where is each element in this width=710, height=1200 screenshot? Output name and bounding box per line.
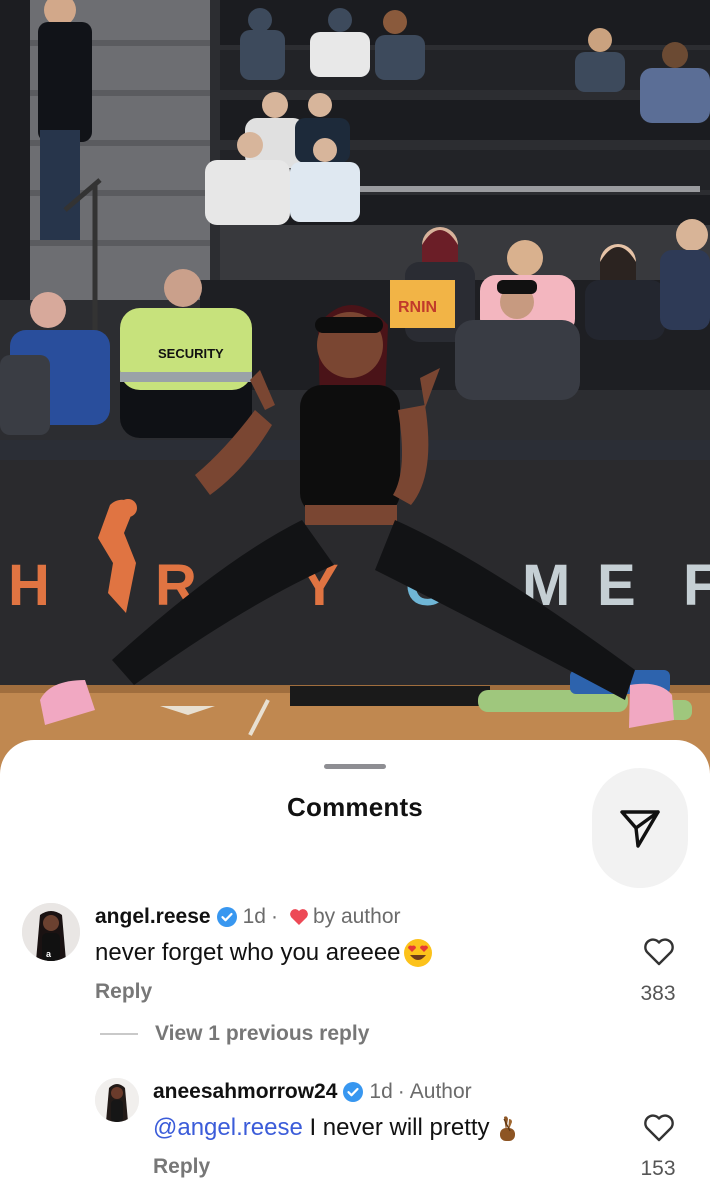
court-letter-h: H <box>8 553 50 618</box>
reply-username[interactable]: aneesahmorrow24 <box>153 1080 337 1104</box>
liked-by-author-label: by author <box>312 905 401 928</box>
heart-outline-icon[interactable] <box>643 937 675 967</box>
send-icon <box>620 810 660 848</box>
avatar-image: a <box>22 903 80 961</box>
heart-filled-icon <box>290 909 308 925</box>
mention-link[interactable]: @angel.reese <box>153 1114 303 1142</box>
share-button[interactable] <box>592 768 688 888</box>
court-letter-e: E <box>597 553 636 618</box>
reply-text: I never will pretty <box>302 1114 490 1141</box>
like-count: 383 <box>640 982 676 1005</box>
meta-separator: · <box>270 905 278 928</box>
reply-avatar[interactable] <box>95 1078 139 1122</box>
like-count: 153 <box>640 1157 676 1180</box>
reply-button[interactable]: Reply <box>95 980 152 1004</box>
drag-handle[interactable] <box>324 764 386 769</box>
reply-header: aneesahmorrow24 1d · Author <box>153 1080 472 1104</box>
comment-username[interactable]: angel.reese <box>95 905 211 929</box>
verified-badge-icon <box>343 1082 364 1102</box>
post-photo[interactable]: RNIN SECURITY H R Y C M E F <box>0 0 710 790</box>
author-badge: Author <box>409 1080 472 1103</box>
comment-timestamp: 1d <box>242 905 266 928</box>
court-letter-f: F <box>683 553 710 618</box>
reply-timestamp: 1d <box>369 1080 393 1103</box>
heart-eyes-emoji-icon <box>403 939 432 967</box>
reply-avatar-image <box>95 1078 139 1122</box>
thread-divider <box>100 1033 138 1035</box>
comment-body: never forget who you areeee <box>95 938 433 968</box>
fan-sign-text: RNIN <box>398 299 437 316</box>
comment-text: never forget who you areeee <box>95 939 401 966</box>
meta-separator: · <box>397 1080 405 1103</box>
verified-badge-icon <box>216 907 237 927</box>
reply-body: @angel.reese I never will pretty <box>153 1113 522 1143</box>
comment-header: angel.reese 1d · by author <box>95 905 401 929</box>
security-vest-label: SECURITY <box>158 346 224 361</box>
view-previous-replies-button[interactable]: View 1 previous reply <box>155 1022 369 1046</box>
reply-button[interactable]: Reply <box>153 1155 210 1179</box>
avatar[interactable]: a <box>22 903 80 961</box>
heart-outline-icon[interactable] <box>643 1113 675 1143</box>
fingers-crossed-emoji-icon <box>499 1116 515 1141</box>
